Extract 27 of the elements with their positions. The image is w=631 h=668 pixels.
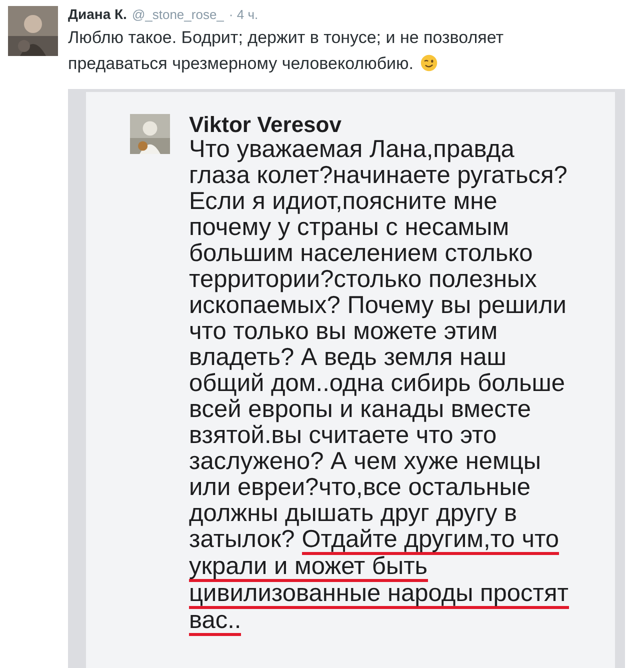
comment-text: глаза колет?начинаете ругаться? <box>189 164 568 190</box>
comment-text: что только вы можете этим <box>189 320 498 346</box>
comment-text: большим населением столько <box>189 242 533 268</box>
comment-text: должны дышать друг другу в <box>189 502 517 528</box>
comment-text: всей европы и канады вместе <box>189 398 531 424</box>
comment-text: территории?столько полезных <box>189 268 537 294</box>
commenter-name: Viktor Veresov <box>189 112 342 138</box>
underlined-comment-text: вас.. <box>189 609 242 636</box>
comment-text: или евреи?что,все остальные <box>189 476 531 502</box>
comment-text: ископаемых? Почему вы решили <box>189 294 566 320</box>
post-time[interactable]: · 4 ч. <box>228 7 258 22</box>
comment-text: Что уважаемая Лана,правда <box>189 138 514 164</box>
comment-text: взятой.вы считаете что это <box>189 424 497 450</box>
comment-text: владеть? А ведь земля наш <box>189 346 506 372</box>
winking-face-icon <box>420 54 438 72</box>
comment-text: Если я идиот,поясните мне <box>189 190 498 216</box>
tweet-text: Люблю такое. Бодрит; держит в тонусе; и не позволяет <box>68 28 504 48</box>
underlined-comment-text: украли и может быть <box>189 555 428 582</box>
comment-text: заслужено? А чем хуже немцы <box>189 450 541 476</box>
comment-text: общий дом..одна сибирь больше <box>189 372 566 398</box>
comment-text: почему у страны с несамым <box>189 216 510 242</box>
tweet-text: предаваться чрезмерному человеколюбию. <box>68 54 414 74</box>
author-name[interactable]: Диана К. <box>68 6 127 22</box>
author-handle[interactable]: @_stone_rose_ <box>132 7 224 22</box>
underlined-comment-text: Отдайте другим,то что <box>302 528 560 556</box>
underlined-comment-text: цивилизованные народы простят <box>189 582 569 610</box>
comment-text: затылок? <box>189 528 295 556</box>
